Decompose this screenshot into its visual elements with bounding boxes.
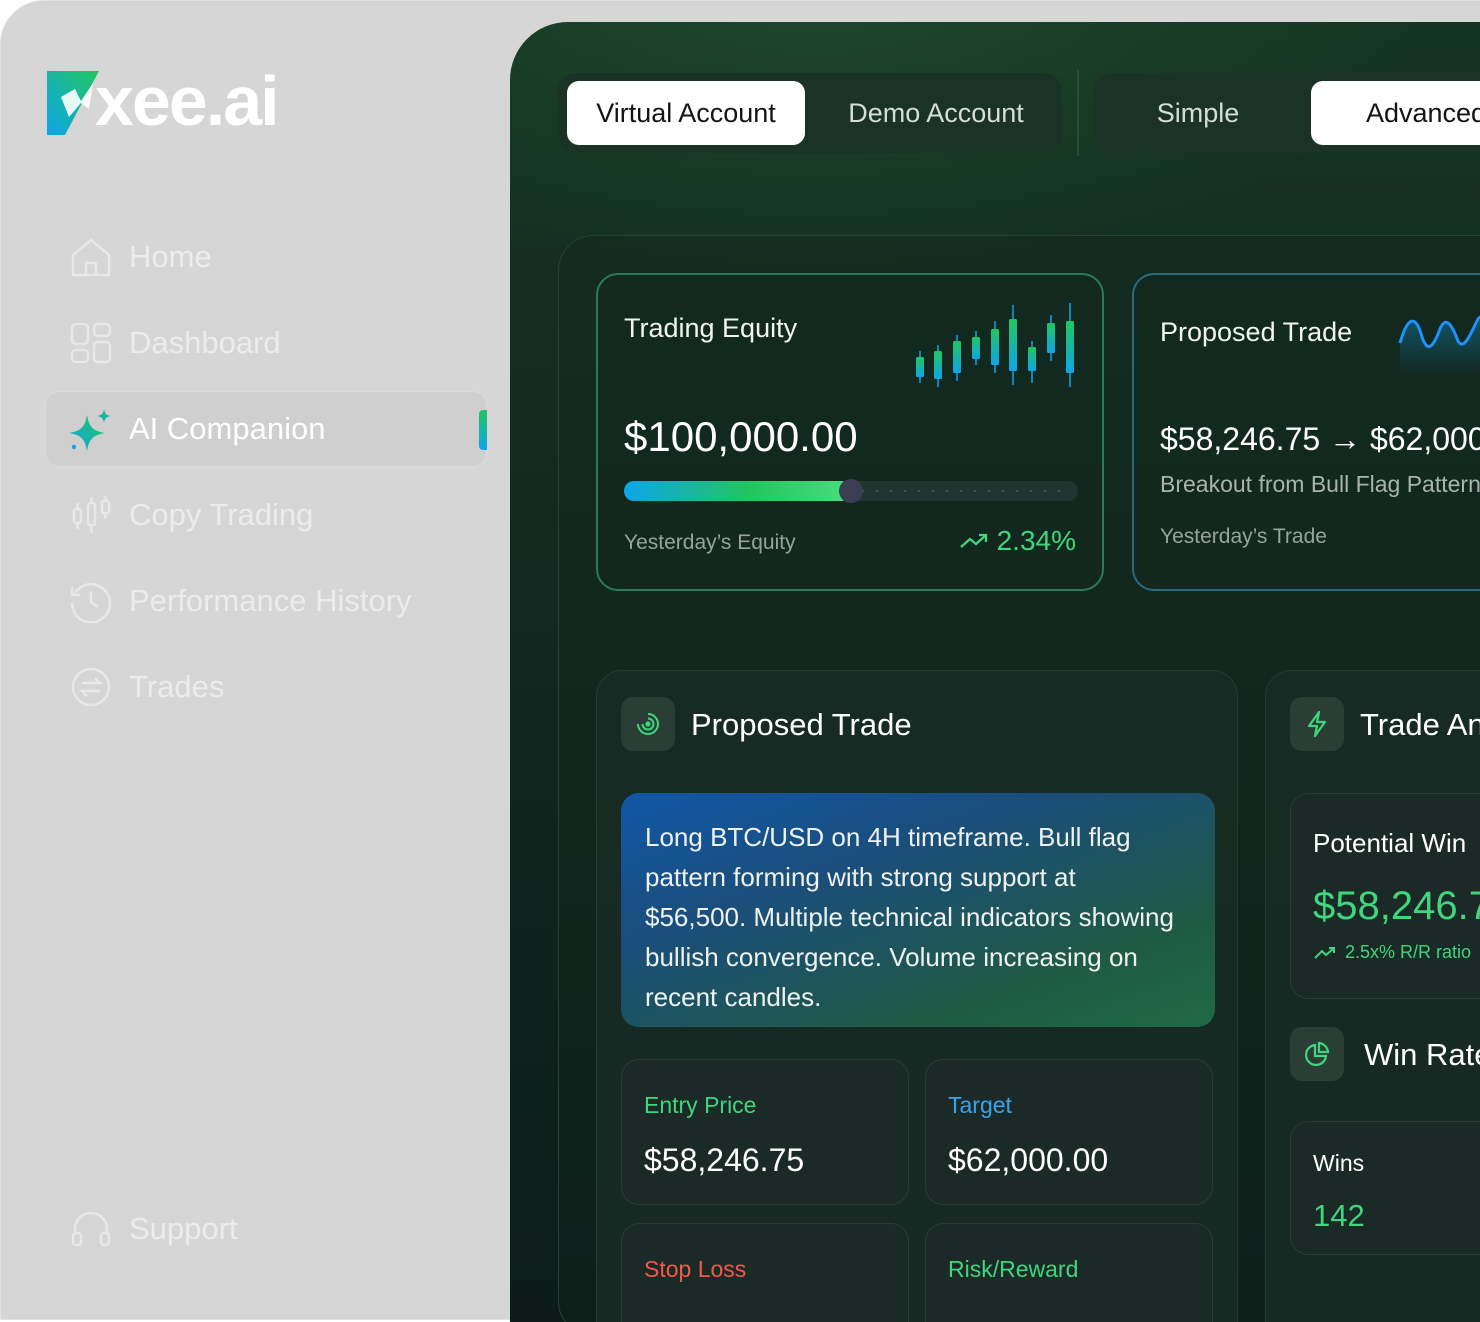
sidebar-item-performance-history[interactable]: Performance History bbox=[45, 563, 487, 639]
proposed-trade-card: Proposed Trade $58,246.75 → $62,000 Brea… bbox=[1132, 273, 1480, 591]
sidebar-item-label: Trades bbox=[129, 669, 225, 704]
candlestick-icon bbox=[916, 303, 1074, 387]
win-rate-title: Win Rate bbox=[1364, 1037, 1480, 1072]
app-shell: xee.ai Home Dashboard AI Companion Copy bbox=[0, 0, 1480, 1322]
dashboard-icon bbox=[69, 321, 113, 365]
headset-icon bbox=[69, 1207, 113, 1251]
proposed-card-title: Proposed Trade bbox=[1160, 317, 1353, 347]
sidebar-item-copy-trading[interactable]: Copy Trading bbox=[45, 477, 487, 553]
target-card: Target $62,000.00 bbox=[925, 1059, 1213, 1205]
sparkle-icon bbox=[69, 407, 113, 451]
potential-win-card: Potential Win $58,246.7 2.5x% R/R ratio bbox=[1290, 793, 1480, 999]
virtual-account-button[interactable]: Virtual Account bbox=[567, 81, 805, 145]
proposed-trade-panel: Proposed Trade Long BTC/USD on 4H timefr… bbox=[596, 670, 1238, 1322]
risk-reward-label: Risk/Reward bbox=[948, 1256, 1079, 1282]
demo-account-button[interactable]: Demo Account bbox=[818, 81, 1054, 145]
sidebar-item-label: Home bbox=[129, 239, 212, 274]
sidebar-item-label: Performance History bbox=[129, 583, 412, 618]
equity-change-value: 2.34% bbox=[996, 525, 1076, 556]
trade-analysis-panel: Trade An Potential Win $58,246.7 2.5x% R… bbox=[1265, 670, 1480, 1322]
equity-card: Trading Equity $100,000.00 Yesterday’s E… bbox=[596, 273, 1104, 591]
sidebar-item-label: Dashboard bbox=[129, 325, 281, 360]
target-value: $62,000.00 bbox=[948, 1142, 1109, 1178]
sidebar-item-label: AI Companion bbox=[129, 411, 326, 446]
rr-ratio: 2.5x% R/R ratio bbox=[1313, 942, 1471, 963]
potential-win-value: $58,246.7 bbox=[1313, 884, 1480, 928]
home-icon bbox=[69, 235, 113, 279]
equity-title: Trading Equity bbox=[624, 313, 798, 343]
logo-text: xee.ai bbox=[95, 62, 280, 140]
stop-loss-label: Stop Loss bbox=[644, 1256, 747, 1282]
sidebar-item-home[interactable]: Home bbox=[45, 219, 487, 295]
advanced-mode-button[interactable]: Advanced bbox=[1311, 81, 1480, 145]
equity-change: 2.34% bbox=[959, 525, 1076, 557]
sidebar-item-ai-companion[interactable]: AI Companion bbox=[45, 391, 487, 467]
bolt-icon bbox=[1290, 697, 1344, 751]
sidebar-item-label: Copy Trading bbox=[129, 497, 314, 532]
main-panel: Virtual Account Demo Account Simple Adva… bbox=[510, 22, 1480, 1322]
trade-description-text: Long BTC/USD on 4H timeframe. Bull flag … bbox=[645, 822, 1174, 1012]
trade-description: Long BTC/USD on 4H timeframe. Bull flag … bbox=[621, 793, 1215, 1027]
entry-price-value: $58,246.75 bbox=[644, 1142, 805, 1178]
sidebar-item-trades[interactable]: Trades bbox=[45, 649, 487, 725]
brand-logo[interactable]: xee.ai bbox=[45, 62, 280, 140]
wins-value: 142 bbox=[1313, 1198, 1365, 1233]
analysis-panel-title: Trade An bbox=[1360, 707, 1480, 742]
exchange-icon bbox=[69, 665, 113, 709]
proposed-price-range: $58,246.75 → $62,000 bbox=[1160, 421, 1480, 457]
toggle-divider bbox=[1077, 70, 1079, 156]
sidebar-item-support[interactable]: Support bbox=[45, 1191, 487, 1267]
proposed-panel-title: Proposed Trade bbox=[691, 707, 912, 742]
history-icon bbox=[69, 579, 113, 623]
active-indicator bbox=[479, 410, 487, 450]
wave-chart-icon bbox=[1398, 315, 1480, 375]
sidebar-item-label: Support bbox=[129, 1211, 238, 1246]
potential-win-label: Potential Win bbox=[1313, 828, 1467, 858]
equity-value: $100,000.00 bbox=[624, 413, 858, 460]
risk-reward-card: Risk/Reward bbox=[925, 1223, 1213, 1322]
trend-up-icon bbox=[1314, 946, 1335, 959]
proposed-footer-label: Yesterday’s Trade bbox=[1160, 525, 1327, 548]
target-icon bbox=[621, 697, 675, 751]
target-label: Target bbox=[948, 1092, 1012, 1118]
equity-progress-fill bbox=[624, 481, 851, 501]
account-toggle: Virtual Account Demo Account bbox=[558, 73, 1062, 153]
rr-ratio-text: 2.5x% R/R ratio bbox=[1345, 942, 1472, 962]
entry-price-label: Entry Price bbox=[644, 1092, 757, 1118]
stop-loss-card: Stop Loss bbox=[621, 1223, 909, 1322]
trend-up-icon bbox=[959, 533, 987, 548]
simple-mode-button[interactable]: Simple bbox=[1102, 81, 1294, 145]
entry-price-card: Entry Price $58,246.75 bbox=[621, 1059, 909, 1205]
pie-chart-icon bbox=[1290, 1027, 1344, 1081]
equity-progress-track bbox=[624, 479, 1078, 503]
wins-card: Wins 142 bbox=[1290, 1121, 1480, 1255]
proposed-pattern: Breakout from Bull Flag Pattern bbox=[1160, 471, 1480, 497]
sidebar-item-dashboard[interactable]: Dashboard bbox=[45, 305, 487, 381]
mode-toggle: Simple Advanced bbox=[1094, 73, 1480, 153]
progress-dots bbox=[856, 490, 1070, 492]
candles-icon bbox=[69, 493, 113, 537]
wins-label: Wins bbox=[1313, 1150, 1365, 1176]
logo-icon bbox=[47, 71, 99, 135]
equity-footer-label: Yesterday’s Equity bbox=[624, 531, 796, 554]
